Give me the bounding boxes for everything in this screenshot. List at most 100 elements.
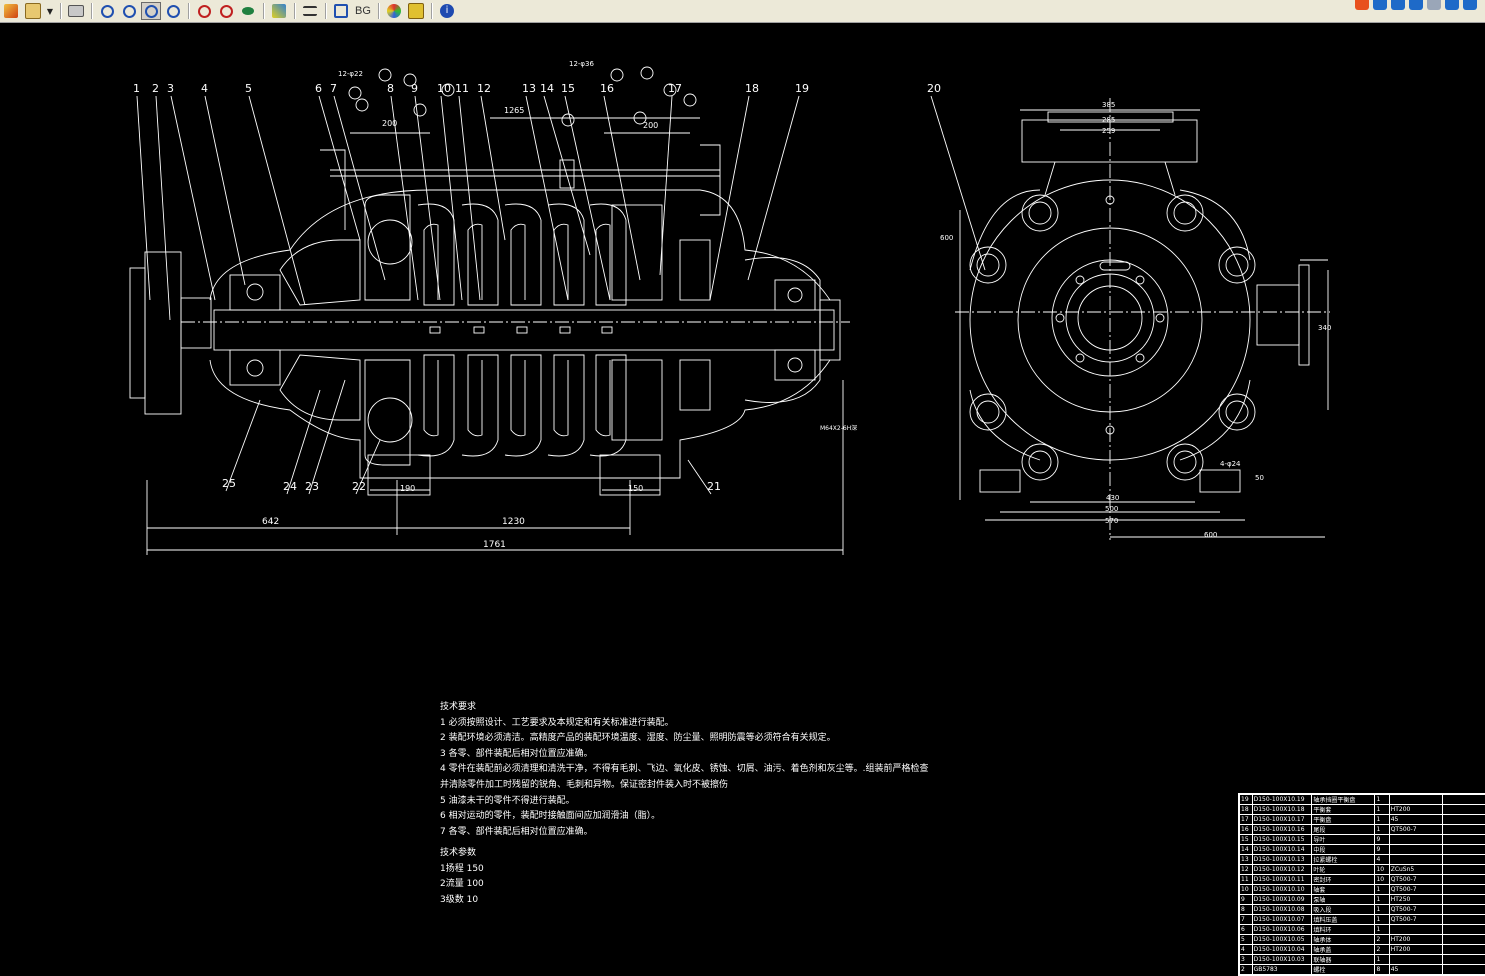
bom-cell: 泵轴	[1312, 895, 1375, 905]
bom-cell	[1443, 925, 1485, 935]
bom-cell: 2	[1375, 945, 1389, 955]
dropdown-arrow-icon[interactable]: ▼	[45, 2, 55, 20]
bom-row: 16D150-100X10.16尾段1QT500-7	[1240, 825, 1485, 835]
dimension-text: 430	[1106, 494, 1119, 502]
tech-requirement-item: 3 各零、部件装配后相对位置应准确。	[440, 747, 928, 763]
tray-icon[interactable]	[1445, 0, 1459, 10]
home-icon[interactable]	[406, 2, 426, 20]
bill-of-materials: 19D150-100X10.19轴承挡圈平衡盘118D150-100X10.18…	[1238, 793, 1485, 976]
tray-icon[interactable]	[1409, 0, 1423, 10]
toolbar-separator	[431, 3, 432, 19]
bolt-hole	[1136, 276, 1144, 284]
pan-icon[interactable]	[163, 2, 183, 20]
print-icon[interactable]	[66, 2, 86, 20]
bom-cell	[1389, 795, 1443, 805]
open-icon[interactable]	[1, 2, 21, 20]
bom-cell: HT200	[1389, 935, 1443, 945]
bom-cell: 平衡盘	[1312, 815, 1375, 825]
toolbar-separator	[91, 3, 92, 19]
bolt-hole	[349, 87, 361, 99]
part-label: 19	[795, 82, 809, 95]
bom-cell: 平衡套	[1312, 805, 1375, 815]
stud-boss	[1022, 444, 1058, 480]
bom-row: 12D150-100X10.12叶轮10ZCuSn5	[1240, 865, 1485, 875]
bom-cell: 1	[1375, 795, 1389, 805]
frame-icon[interactable]	[331, 2, 351, 20]
open-drawing-icon[interactable]	[23, 2, 43, 20]
layers-icon[interactable]	[300, 2, 320, 20]
bom-cell: 12	[1240, 865, 1253, 875]
zoom-window-icon[interactable]	[141, 2, 161, 20]
zoom-extents-icon[interactable]	[216, 2, 236, 20]
background-icon[interactable]: BG	[353, 2, 373, 20]
toolbar-separator	[378, 3, 379, 19]
tray-icon[interactable]	[1391, 0, 1405, 10]
part-label: 22	[352, 480, 366, 493]
bom-cell: 10	[1375, 865, 1389, 875]
tech-param-item: 1扬程 150	[440, 862, 484, 878]
bom-cell: QT500-7	[1389, 915, 1443, 925]
bom-cell	[1443, 815, 1485, 825]
dimension-text: 50	[1255, 474, 1264, 482]
bolt-hole	[356, 99, 368, 111]
tray-icon[interactable]	[1373, 0, 1387, 10]
bom-row: 13D150-100X10.13拉紧螺栓4	[1240, 855, 1485, 865]
shaft-key	[474, 327, 484, 333]
bom-cell: HT200	[1389, 945, 1443, 955]
zoom-previous-icon[interactable]	[238, 2, 258, 20]
bom-cell: QT500-7	[1389, 905, 1443, 915]
bom-cell: 9	[1375, 845, 1389, 855]
bom-cell	[1389, 855, 1443, 865]
stud-boss	[1219, 247, 1255, 283]
bom-cell: ZCuSn5	[1389, 865, 1443, 875]
bom-cell	[1389, 835, 1443, 845]
bom-cell: QT500-7	[1389, 875, 1443, 885]
bom-row: 2GB5783螺栓845	[1240, 965, 1485, 975]
tray-icon[interactable]	[1355, 0, 1369, 10]
bom-cell: D150-100X10.05	[1252, 935, 1312, 945]
dimension-text: 200	[643, 121, 658, 130]
bom-cell	[1443, 795, 1485, 805]
bom-cell: 填料环	[1312, 925, 1375, 935]
impeller-lower	[548, 355, 584, 456]
bom-cell: QT500-7	[1389, 825, 1443, 835]
snap-icon[interactable]	[269, 2, 289, 20]
bom-cell	[1443, 875, 1485, 885]
bom-cell	[1389, 955, 1443, 965]
part-label: 2	[152, 82, 159, 95]
part-label: 11	[455, 82, 469, 95]
part-label: 23	[305, 480, 319, 493]
tray-icon[interactable]	[1427, 0, 1441, 10]
tech-param-item: 2流量 100	[440, 877, 484, 893]
dimension-text: 500	[1105, 505, 1118, 513]
zoom-realtime-icon[interactable]	[194, 2, 214, 20]
info-icon[interactable]: i	[437, 2, 457, 20]
zoom-in-icon[interactable]	[119, 2, 139, 20]
bom-cell: HT200	[1389, 805, 1443, 815]
tech-requirement-item: 7 各零、部件装配后相对位置应准确。	[440, 825, 928, 841]
part-label: 15	[561, 82, 575, 95]
toolbar-separator	[188, 3, 189, 19]
impeller-lower	[462, 355, 498, 456]
dimension-text: 385	[1102, 101, 1115, 109]
bom-cell: D150-100X10.15	[1252, 835, 1312, 845]
dimension-text: 1265	[504, 106, 524, 115]
part-label: 7	[330, 82, 337, 95]
bolt-hole	[562, 114, 574, 126]
zoom-out-icon[interactable]	[97, 2, 117, 20]
bom-cell: D150-100X10.13	[1252, 855, 1312, 865]
bom-cell: HT250	[1389, 895, 1443, 905]
bom-cell: 填料压盖	[1312, 915, 1375, 925]
bom-cell: 联轴器	[1312, 955, 1375, 965]
bom-cell: D150-100X10.04	[1252, 945, 1312, 955]
dimension-text: 600	[940, 234, 953, 242]
bom-row: 8D150-100X10.08吸入段1QT500-7	[1240, 905, 1485, 915]
shaft-key	[602, 327, 612, 333]
impeller-lower	[418, 355, 454, 456]
color-icon[interactable]	[384, 2, 404, 20]
toolbar-separator	[263, 3, 264, 19]
part-label: 24	[283, 480, 297, 493]
part-label: 20	[927, 82, 941, 95]
tray-icon[interactable]	[1463, 0, 1477, 10]
tech-requirement-item: 2 装配环境必须清洁。高精度产品的装配环境温度、湿度、防尘量、照明防震等必须符合…	[440, 731, 928, 747]
